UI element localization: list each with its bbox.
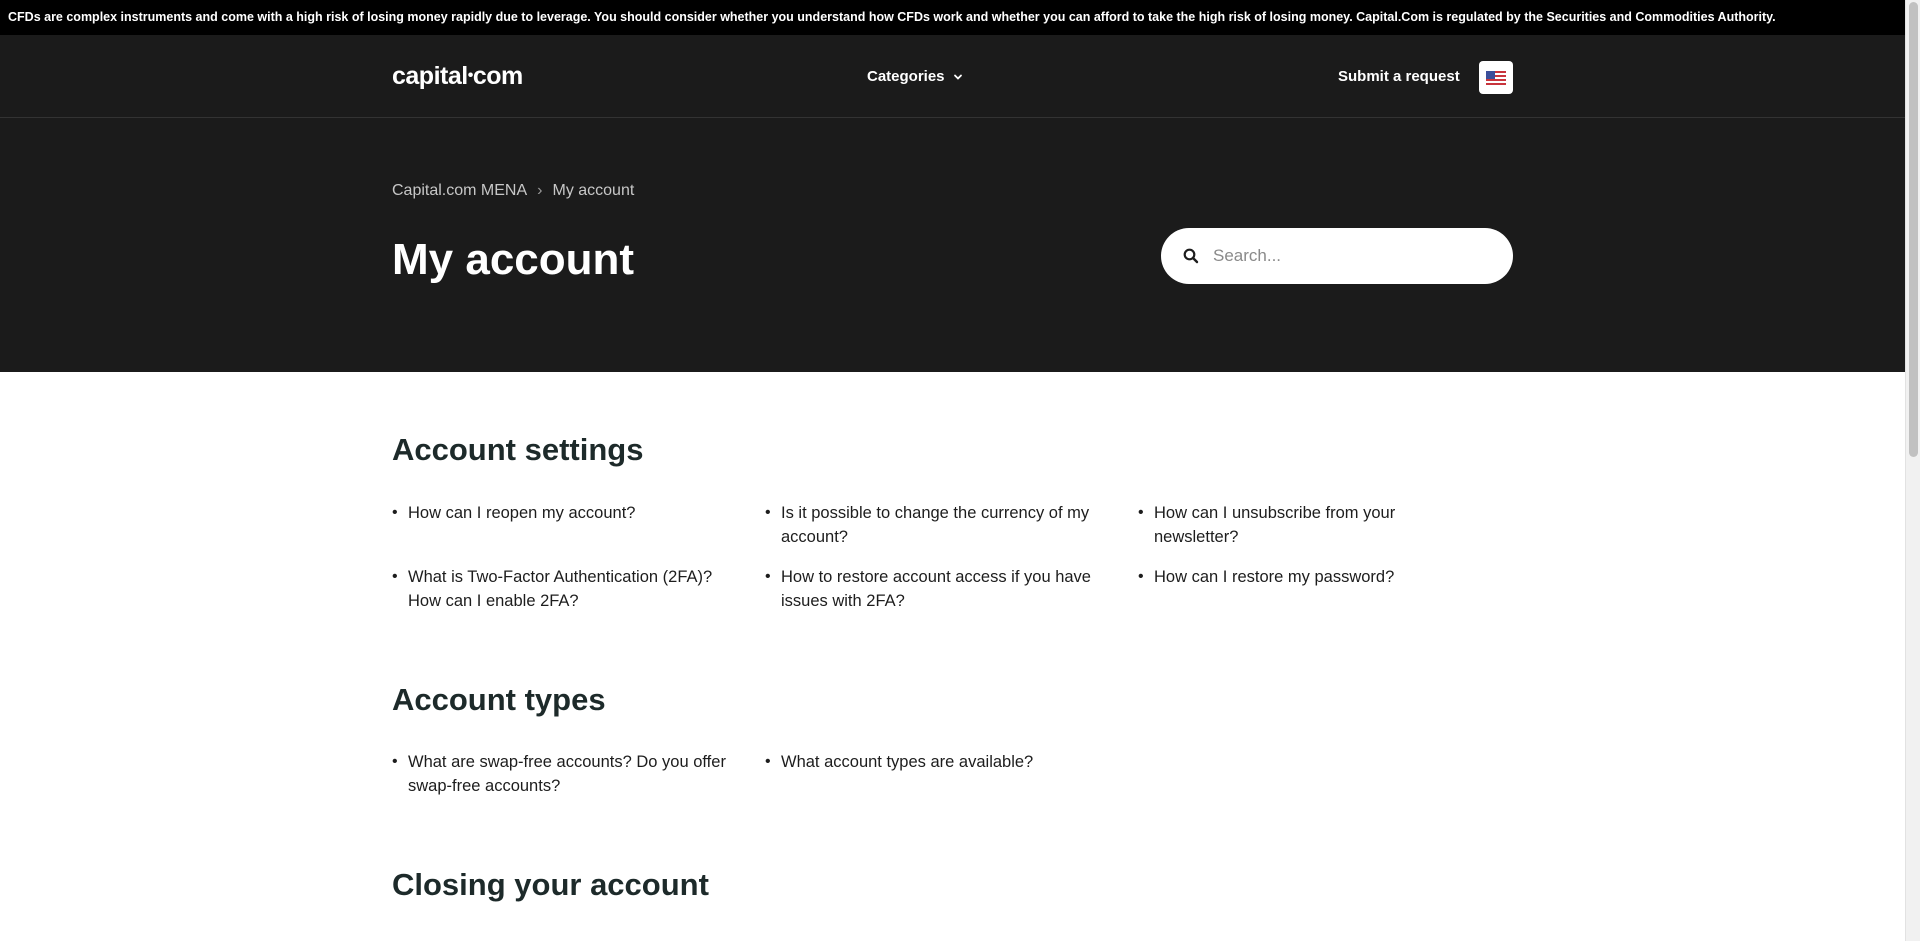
- search-input[interactable]: [1213, 246, 1493, 266]
- language-selector-button[interactable]: [1479, 61, 1513, 94]
- scrollbar-thumb[interactable]: [1909, 2, 1918, 457]
- breadcrumb: Capital.com MENA › My account: [392, 182, 634, 200]
- section-title-account-types[interactable]: Account types: [392, 682, 606, 718]
- categories-menu[interactable]: Categories: [867, 68, 963, 85]
- hero-section: Capital.com MENA › My account My account: [0, 118, 1905, 372]
- article-link[interactable]: What is Two-Factor Authentication (2FA)?…: [392, 565, 732, 613]
- page-title: My account: [392, 235, 635, 284]
- section-title-closing-your-account[interactable]: Closing your account: [392, 867, 709, 903]
- categories-label: Categories: [867, 68, 945, 85]
- article-link[interactable]: What account types are available?: [765, 750, 1105, 774]
- us-flag-icon: [1486, 70, 1506, 85]
- risk-warning-banner: CFDs are complex instruments and come wi…: [0, 0, 1905, 35]
- article-link[interactable]: Is it possible to change the currency of…: [765, 501, 1105, 549]
- page-scrollbar[interactable]: [1905, 0, 1920, 941]
- breadcrumb-root-link[interactable]: Capital.com MENA: [392, 182, 527, 200]
- search-box: [1161, 228, 1513, 284]
- article-link[interactable]: How can I restore my password?: [1138, 565, 1478, 589]
- article-link[interactable]: What are swap-free accounts? Do you offe…: [392, 750, 732, 798]
- breadcrumb-separator: ›: [537, 182, 543, 199]
- site-header: capital•com Categories Submit a request: [0, 35, 1905, 118]
- article-link[interactable]: How to restore account access if you hav…: [765, 565, 1105, 613]
- section-title-account-settings[interactable]: Account settings: [392, 432, 643, 468]
- chevron-down-icon: [953, 74, 962, 80]
- article-link[interactable]: How can I reopen my account?: [392, 501, 732, 525]
- search-icon: [1183, 248, 1199, 264]
- breadcrumb-current-link[interactable]: My account: [552, 182, 634, 200]
- submit-request-link[interactable]: Submit a request: [1338, 68, 1460, 85]
- capital-com-logo[interactable]: capital•com: [392, 62, 523, 91]
- article-link[interactable]: How can I unsubscribe from your newslett…: [1138, 501, 1478, 549]
